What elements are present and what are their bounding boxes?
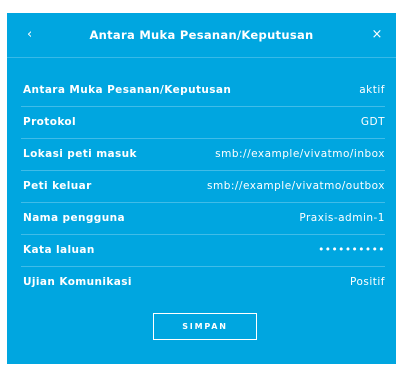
setting-label: Nama pengguna — [23, 212, 125, 224]
setting-value: Praxis-admin-1 — [299, 212, 385, 224]
setting-row-password[interactable]: Kata laluan •••••••••• — [21, 235, 385, 267]
setting-label: Ujian Komunikasi — [23, 276, 132, 288]
setting-value-masked: •••••••••• — [318, 244, 385, 256]
setting-row-outbox[interactable]: Peti keluar smb://example/vivatmo/outbox — [21, 171, 385, 203]
setting-value: aktif — [359, 84, 385, 96]
setting-value: smb://example/vivatmo/inbox — [215, 148, 385, 160]
close-icon[interactable]: × — [369, 26, 385, 44]
setting-row-interface-status[interactable]: Antara Muka Pesanan/Keputusan aktif — [21, 75, 385, 107]
setting-label: Lokasi peti masuk — [23, 148, 137, 160]
dialog-title: Antara Muka Pesanan/Keputusan — [89, 28, 314, 42]
setting-row-communication-test[interactable]: Ujian Komunikasi Positif — [21, 267, 385, 299]
dialog-header: ‹ Antara Muka Pesanan/Keputusan × — [7, 13, 396, 58]
setting-value: Positif — [350, 276, 385, 288]
setting-value: GDT — [360, 116, 385, 128]
back-chevron-icon[interactable]: ‹ — [27, 26, 43, 44]
setting-label: Protokol — [23, 116, 77, 128]
setting-value: smb://example/vivatmo/outbox — [207, 180, 385, 192]
setting-row-username[interactable]: Nama pengguna Praxis-admin-1 — [21, 203, 385, 235]
interface-settings-dialog: ‹ Antara Muka Pesanan/Keputusan × Antara… — [7, 13, 396, 364]
save-button[interactable]: SIMPAN — [153, 313, 257, 340]
setting-label: Kata laluan — [23, 244, 95, 256]
setting-row-inbox-location[interactable]: Lokasi peti masuk smb://example/vivatmo/… — [21, 139, 385, 171]
setting-row-protocol[interactable]: Protokol GDT — [21, 107, 385, 139]
setting-label: Antara Muka Pesanan/Keputusan — [23, 84, 232, 96]
settings-list: Antara Muka Pesanan/Keputusan aktif Prot… — [21, 75, 385, 299]
setting-label: Peti keluar — [23, 180, 92, 192]
